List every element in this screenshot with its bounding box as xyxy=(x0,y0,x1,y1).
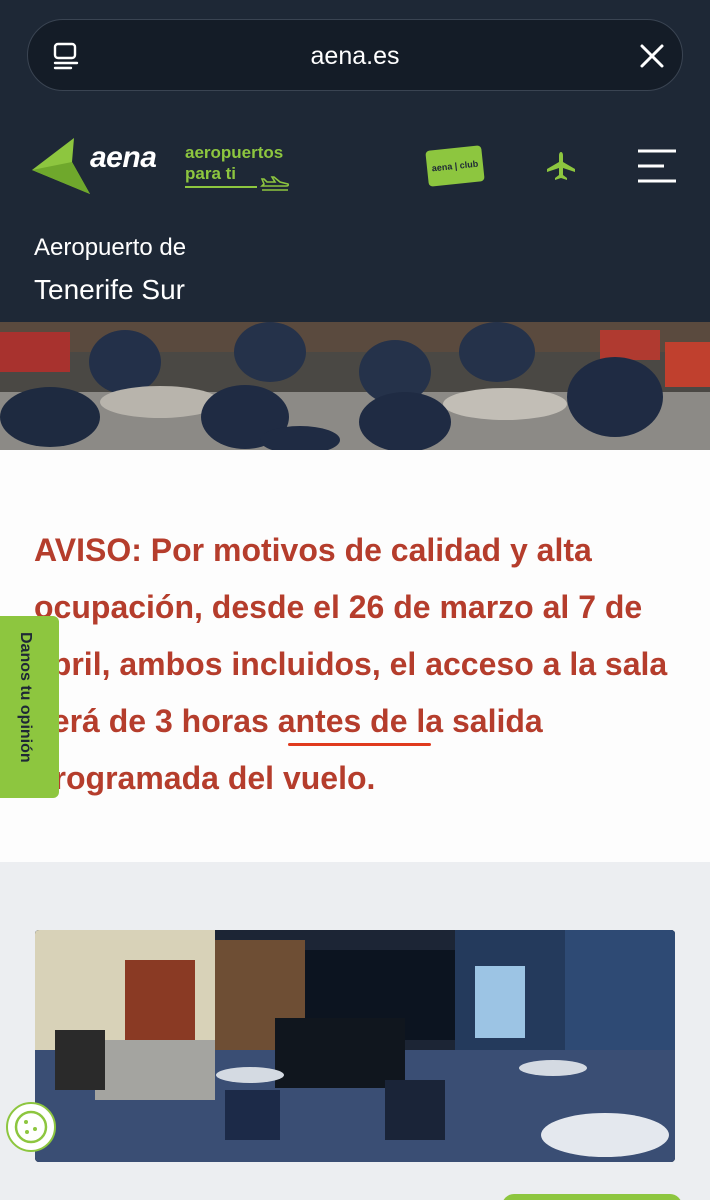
small-plane-icon xyxy=(260,176,290,191)
tagline-underline xyxy=(185,186,257,188)
address-bar[interactable]: aena.es xyxy=(27,19,683,91)
floating-action-button[interactable] xyxy=(502,1194,682,1200)
url-text[interactable]: aena.es xyxy=(28,42,682,71)
airport-prefix: Aeropuerto de xyxy=(34,234,187,261)
site-header: aena aeropuertos para ti aena | club Aer… xyxy=(0,112,710,322)
notice-highlight-underline xyxy=(288,743,431,746)
airport-name: Tenerife Sur xyxy=(34,274,185,305)
cookie-icon xyxy=(14,1110,48,1144)
logo-wordmark[interactable]: aena xyxy=(90,141,157,175)
feedback-label: Danos tu opinión xyxy=(17,632,34,763)
notice-section: AVISO: Por motivos de calidad y alta ocu… xyxy=(0,450,710,862)
notice-text: AVISO: Por motivos de calidad y alta ocu… xyxy=(34,532,668,796)
aena-club-badge[interactable]: aena | club xyxy=(425,145,485,187)
tagline-line1: aeropuertos xyxy=(185,143,284,162)
lounge-photo[interactable] xyxy=(35,930,675,1162)
feedback-tab[interactable]: Danos tu opinión xyxy=(0,616,59,798)
browser-toolbar: aena.es xyxy=(0,0,710,112)
airplane-icon[interactable] xyxy=(545,150,577,182)
close-icon[interactable] xyxy=(636,40,668,72)
lounge-hero-image xyxy=(0,322,710,450)
lounge-gallery-section xyxy=(0,862,710,1200)
cookie-settings-button[interactable] xyxy=(6,1102,56,1152)
hamburger-menu-icon[interactable] xyxy=(636,148,678,184)
